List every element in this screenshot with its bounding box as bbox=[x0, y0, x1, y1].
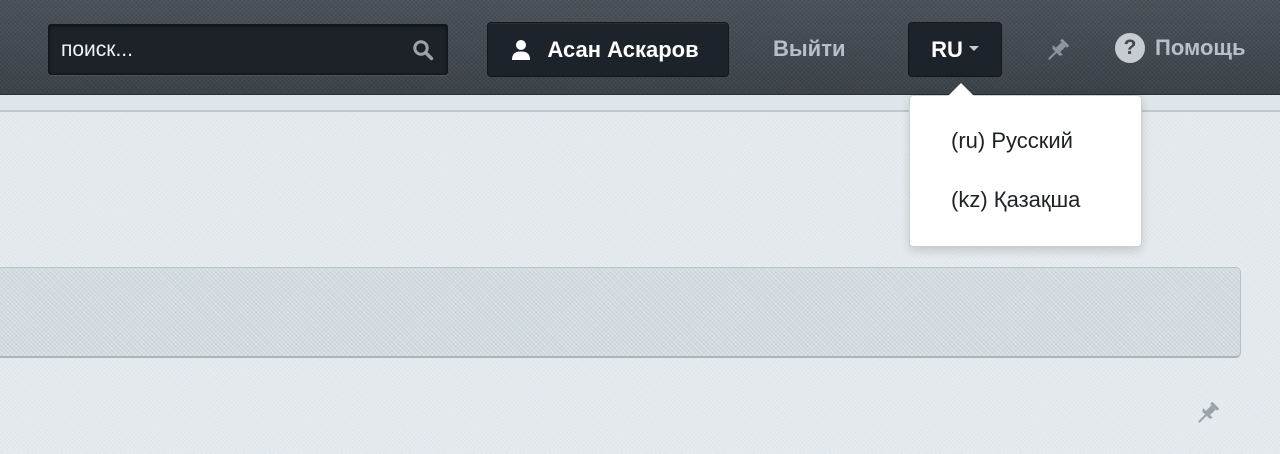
language-label: RU bbox=[931, 36, 963, 62]
search-icon[interactable] bbox=[411, 38, 435, 62]
language-option-kz[interactable]: (kz) Қазақша bbox=[951, 187, 1080, 213]
help-label: Помощь bbox=[1155, 35, 1246, 60]
search-input[interactable] bbox=[49, 25, 401, 74]
user-name-label: Асан Аскаров bbox=[547, 36, 699, 62]
language-menu: (ru) Русский (kz) Қазақша bbox=[909, 83, 1142, 247]
help-link[interactable]: ? Помощь bbox=[1115, 33, 1245, 63]
language-option-ru[interactable]: (ru) Русский bbox=[951, 128, 1073, 154]
pushpin-icon[interactable] bbox=[1043, 35, 1073, 65]
logout-link[interactable]: Выйти bbox=[773, 36, 846, 62]
pushpin-icon[interactable] bbox=[1193, 398, 1223, 428]
language-dropdown-button[interactable]: RU bbox=[908, 22, 1002, 77]
help-icon: ? bbox=[1115, 33, 1145, 63]
user-icon bbox=[512, 39, 531, 60]
caret-down-icon bbox=[968, 46, 979, 51]
content-panel bbox=[0, 267, 1241, 358]
top-navbar: Асан Аскаров Выйти RU ? Помощь bbox=[0, 0, 1280, 95]
search-box bbox=[48, 24, 448, 75]
user-profile-button[interactable]: Асан Аскаров bbox=[487, 22, 729, 77]
